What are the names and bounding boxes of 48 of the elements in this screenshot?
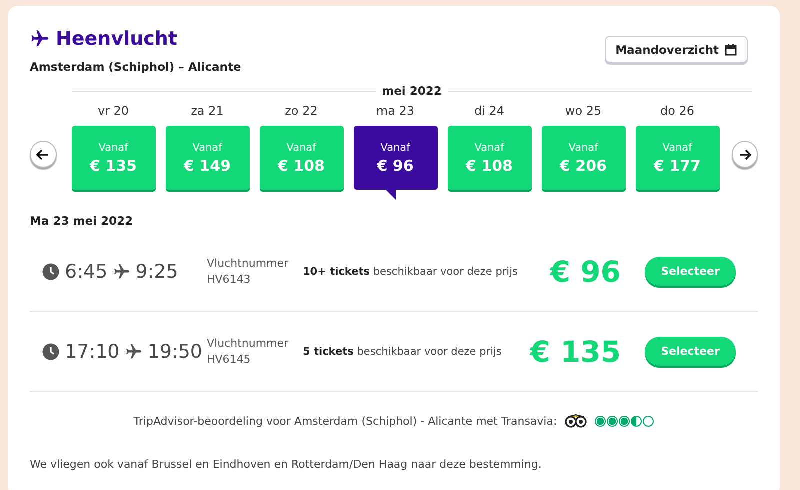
day-label: di 24 [474,104,505,120]
plane-icon [30,29,50,49]
rating-bubble [595,416,606,426]
plane-icon [112,262,131,280]
date-price-tab[interactable]: Vanaf € 108 [260,126,344,190]
date-price-tab[interactable]: Vanaf € 96 [354,126,438,190]
rating-bubble [643,416,654,426]
flight-price: € 135 [530,334,621,368]
select-button[interactable]: Selecteer [645,257,736,286]
date-price-tab[interactable]: Vanaf € 108 [448,126,532,190]
rating-text: TripAdvisor-beoordeling voor Amsterdam (Schiphol) - Alicante met Transavia: [134,414,558,428]
date-price-tab[interactable]: Vanaf € 206 [542,126,626,190]
month-overview-button[interactable]: Maandoverzicht [604,36,748,63]
selected-date-heading: Ma 23 mei 2022 [30,214,134,228]
plane-icon [124,342,143,360]
clock-icon [42,342,60,360]
section-title: Heenvlucht [56,28,178,50]
date-price-tab[interactable]: Vanaf € 149 [166,126,250,190]
calendar-icon [725,44,737,56]
rating-bubble [631,416,642,426]
route-text: Amsterdam (Schiphol) – Alicante [30,60,242,74]
select-button[interactable]: Selecteer [645,337,736,366]
day-label: ma 23 [376,104,415,120]
flight-number: HV6143 [207,272,252,288]
rating-bubble [619,416,630,426]
rating-bubble [607,416,618,426]
date-price-tab[interactable]: Vanaf € 177 [636,126,720,190]
selection-pointer [386,190,396,200]
day-label: vr 20 [98,104,130,120]
day-label: za 21 [191,104,224,120]
departure-time: 17:10 [65,340,120,362]
flight-number: HV6145 [207,352,252,368]
day-label: do 26 [660,104,695,120]
availability-text: 10+ tickets beschikbaar voor deze prijs [303,266,519,278]
day-label: zo 22 [285,104,318,120]
day-label: wo 25 [565,104,602,120]
date-price-tab[interactable]: Vanaf € 135 [72,126,156,190]
availability-text: 5 tickets beschikbaar voor deze prijs [303,346,503,358]
month-label: mei 2022 [382,84,442,98]
arrival-time: 19:50 [148,340,203,362]
footer-note: We vliegen ook vanaf Brussel en Eindhoven en Rotterdam/Den Haag naar deze bestemming. [30,458,543,471]
owl-eyes-icon [565,414,588,428]
flight-number-label: Vluchtnummer [207,336,290,352]
departure-time: 6:45 [65,260,108,282]
clock-icon [42,262,60,280]
flight-price: € 96 [550,254,621,288]
arrival-time: 9:25 [136,260,178,282]
flight-number-label: Vluchtnummer [207,256,290,272]
